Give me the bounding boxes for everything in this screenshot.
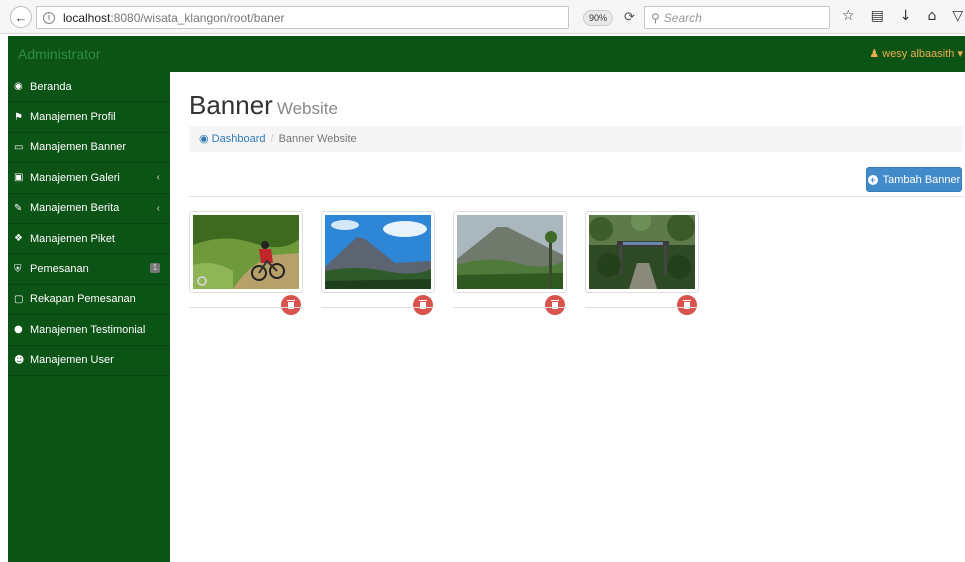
pocket-icon[interactable]: ▽ bbox=[952, 8, 963, 24]
sidebar-item-label: Rekapan Pemesanan bbox=[30, 293, 136, 306]
mountain-biker-photo bbox=[193, 215, 299, 289]
download-icon[interactable]: ↓ bbox=[900, 8, 912, 24]
info-icon[interactable]: i bbox=[43, 11, 55, 24]
zoom-level[interactable]: 90% bbox=[583, 10, 613, 26]
volcano-blue-sky-photo bbox=[325, 215, 431, 289]
cart-icon: ⛨ bbox=[14, 263, 22, 275]
breadcrumb: ◉ Dashboard / Banner Website bbox=[189, 126, 963, 152]
desktop-icon: ▭ bbox=[14, 141, 24, 153]
cubes-icon: ❖ bbox=[14, 233, 23, 245]
picture-icon: ▣ bbox=[14, 172, 24, 184]
page-title-main: Banner bbox=[189, 90, 273, 120]
clipboard-icon[interactable]: ▤ bbox=[871, 8, 884, 24]
breadcrumb-home-label: Dashboard bbox=[211, 133, 266, 145]
plus-circle-icon: + bbox=[867, 174, 878, 185]
sidebar-item-label: Manajemen Profil bbox=[30, 111, 116, 124]
sidebar-item-galeri[interactable]: ▣ Manajemen Galeri ‹ bbox=[8, 163, 170, 194]
card-divider bbox=[189, 307, 303, 308]
sidebar-item-testimonial[interactable]: ● Manajemen Testimonial bbox=[8, 315, 170, 346]
users-icon: ☻ bbox=[14, 354, 25, 366]
user-icon: ♟ bbox=[869, 48, 880, 60]
delete-banner-button[interactable] bbox=[413, 295, 433, 315]
top-navbar: Administrator ♟ wesy albaasith ▾ bbox=[8, 36, 965, 72]
brand-title[interactable]: Administrator bbox=[18, 46, 100, 62]
search-placeholder: Search bbox=[663, 10, 702, 25]
delete-banner-button[interactable] bbox=[281, 295, 301, 315]
delete-banner-button[interactable] bbox=[677, 295, 697, 315]
sidebar-item-label: Manajemen Galeri bbox=[30, 171, 120, 184]
add-banner-button[interactable]: + Tambah Banner bbox=[866, 167, 962, 192]
page-subtitle: Website bbox=[276, 99, 338, 118]
flag-icon: ⚑ bbox=[14, 111, 23, 123]
sidebar-item-label: Pemesanan bbox=[30, 263, 89, 276]
banner-thumbnail[interactable] bbox=[453, 211, 567, 293]
notification-badge: 1 bbox=[150, 263, 160, 274]
card-divider bbox=[585, 307, 699, 308]
banner-thumbnail[interactable] bbox=[321, 211, 435, 293]
browser-search-input[interactable]: ⚲ Search bbox=[644, 6, 830, 29]
breadcrumb-current: Banner Website bbox=[278, 133, 357, 145]
sidebar-item-banner[interactable]: ▭ Manajemen Banner bbox=[8, 133, 170, 164]
comments-icon: ● bbox=[14, 324, 23, 336]
url-host: localhost bbox=[63, 10, 111, 25]
home-icon[interactable]: ⌂ bbox=[928, 8, 937, 24]
sidebar-item-label: Manajemen Berita bbox=[30, 202, 120, 215]
chevron-left-icon: ‹ bbox=[156, 202, 160, 214]
banner-thumbnail[interactable] bbox=[189, 211, 303, 293]
user-menu[interactable]: ♟ wesy albaasith ▾ bbox=[869, 47, 963, 60]
forest-gate-photo bbox=[589, 215, 695, 289]
url-bar[interactable]: i localhost:8080/wisata_klangon/root/ban… bbox=[36, 6, 569, 29]
breadcrumb-separator: / bbox=[270, 133, 274, 145]
add-banner-label: Tambah Banner bbox=[882, 173, 961, 186]
sidebar-item-label: Manajemen Testimonial bbox=[30, 323, 146, 336]
sidebar-item-label: Manajemen Banner bbox=[30, 141, 127, 154]
reload-icon[interactable]: ⟳ bbox=[624, 9, 635, 25]
breadcrumb-dashboard-link[interactable]: ◉ Dashboard bbox=[199, 133, 266, 145]
dashboard-icon: ◉ bbox=[14, 81, 23, 93]
delete-banner-button[interactable] bbox=[545, 295, 565, 315]
chevron-left-icon: ‹ bbox=[156, 172, 160, 184]
sidebar-item-label: Manajemen User bbox=[30, 354, 114, 367]
banner-card bbox=[321, 211, 435, 315]
sidebar-item-beranda[interactable]: ◉ Beranda bbox=[8, 72, 170, 103]
card-divider bbox=[453, 307, 567, 308]
pencil-icon: ✎ bbox=[14, 202, 23, 214]
browser-toolbar-icons: ☆ ▤ ↓ ⌂ ▽ bbox=[842, 8, 963, 24]
sidebar-item-profil[interactable]: ⚑ Manajemen Profil bbox=[8, 102, 170, 133]
chevron-down-icon: ▾ bbox=[957, 48, 963, 60]
search-icon: ⚲ bbox=[651, 10, 660, 25]
sidebar-item-piket[interactable]: ❖ Manajemen Piket bbox=[8, 224, 170, 255]
dashboard-icon: ◉ bbox=[199, 133, 209, 145]
banner-card bbox=[189, 211, 303, 315]
sidebar-item-label: Manajemen Piket bbox=[30, 232, 115, 245]
file-icon: ▢ bbox=[14, 293, 24, 305]
user-name: wesy albaasith bbox=[882, 48, 955, 60]
divider bbox=[189, 196, 963, 197]
sidebar-item-rekapan[interactable]: ▢ Rekapan Pemesanan bbox=[8, 285, 170, 316]
sidebar-item-label: Beranda bbox=[30, 80, 72, 93]
card-divider bbox=[321, 307, 435, 308]
banner-thumbnail[interactable] bbox=[585, 211, 699, 293]
banner-card bbox=[585, 211, 699, 315]
sidebar: ◉ Beranda ⚑ Manajemen Profil ▭ Manajemen… bbox=[8, 72, 170, 562]
banner-card bbox=[453, 211, 567, 315]
sidebar-item-pemesanan[interactable]: ⛨ Pemesanan 1 bbox=[8, 254, 170, 285]
url-path: :8080/wisata_klangon/root/baner bbox=[110, 10, 285, 25]
volcano-forest-photo bbox=[457, 215, 563, 289]
browser-toolbar: ← i localhost:8080/wisata_klangon/root/b… bbox=[0, 0, 965, 34]
star-icon[interactable]: ☆ bbox=[842, 8, 855, 24]
sidebar-item-user[interactable]: ☻ Manajemen User bbox=[8, 346, 170, 376]
back-icon[interactable]: ← bbox=[10, 6, 32, 28]
sidebar-item-berita[interactable]: ✎ Manajemen Berita ‹ bbox=[8, 194, 170, 224]
page-title: Banner Website bbox=[189, 90, 338, 121]
